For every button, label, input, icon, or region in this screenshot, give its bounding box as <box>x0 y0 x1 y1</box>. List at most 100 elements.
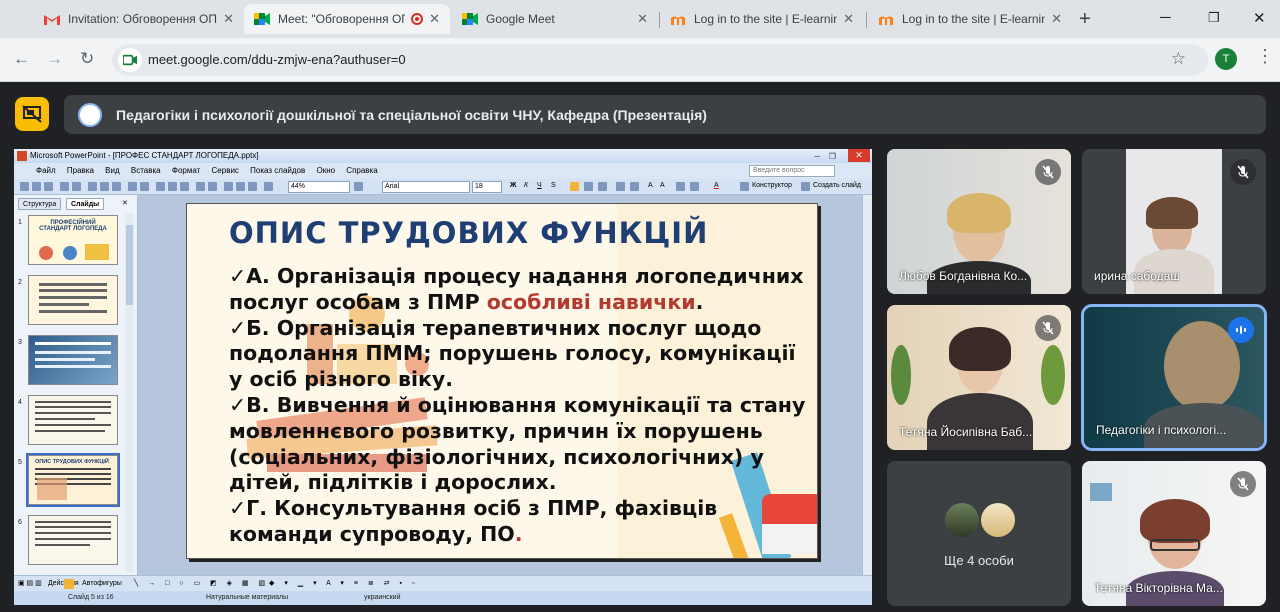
new-tab-button[interactable]: + <box>1079 8 1091 31</box>
preview-icon <box>72 182 81 191</box>
tab-meet-active[interactable]: Meet: "Обговорення ОП ✕ <box>244 4 450 34</box>
thumb-title: ОПИС ТРУДОВИХ ФУНКЦІЙ <box>35 459 109 465</box>
chart-icon <box>156 182 165 191</box>
tab-separator <box>866 12 867 28</box>
participant-name: Тетяна Йосипівна Баб... <box>899 425 1033 439</box>
bold-icon: Ж <box>510 182 517 189</box>
ppt-title-bar: Microsoft PowerPoint - [ПРОФЕС СТАНДАРТ … <box>14 149 872 163</box>
current-slide: ОПИС ТРУДОВИХ ФУНКЦІЙ ✓А. Організація пр… <box>186 203 818 559</box>
participant-name: Тетяна Вікторівна Ма... <box>1094 581 1223 595</box>
minimize-button[interactable]: ─ <box>1160 9 1171 26</box>
moodle-icon <box>879 16 893 25</box>
indent-icon <box>676 182 685 191</box>
close-icon[interactable]: ✕ <box>843 11 854 27</box>
ppt-window-title: Microsoft PowerPoint - [ПРОФЕС СТАНДАРТ … <box>30 151 259 160</box>
close-icon[interactable]: ✕ <box>223 11 234 27</box>
copy-icon <box>100 182 109 191</box>
close-icon[interactable]: ✕ <box>429 11 440 27</box>
help-icon <box>354 182 363 191</box>
forward-arrow-icon[interactable]: → <box>46 49 63 69</box>
align-center-icon <box>584 182 593 191</box>
menu-help: Справка <box>346 166 378 175</box>
participant-tile-speaking[interactable]: Педагогіки і психологі... <box>1081 304 1267 451</box>
tab-google-meet[interactable]: Google Meet ✕ <box>452 4 658 34</box>
zoom-box: 44% <box>288 181 350 193</box>
tab-slides: Слайды <box>66 198 105 210</box>
back-arrow-icon[interactable]: ← <box>13 49 30 69</box>
url-text[interactable]: meet.google.com/ddu-zmjw-ena?authuser=0 <box>148 52 406 67</box>
link-icon <box>208 182 217 191</box>
tab-elearning-1[interactable]: Log in to the site | E-learning ✕ <box>660 4 864 34</box>
slide-item-b: ✓Б. Організація терапевтичних послуг щод… <box>229 315 796 392</box>
participant-avatar <box>981 503 1015 537</box>
menu-insert: Вставка <box>130 166 161 175</box>
thumb-number: 5 <box>18 459 22 466</box>
panel-scrollbar <box>125 213 134 573</box>
slide-item-a-highlight: особливі навички <box>486 289 696 314</box>
bullets-icon <box>630 182 639 191</box>
presentation-banner: Педагогіки і психології дошкільної та сп… <box>64 95 1266 134</box>
grayscale-icon <box>264 182 273 191</box>
slides-panel: Структура Слайды ✕ 1 ПРОФЕСІЙНИЙ СТАНДАР… <box>14 195 138 575</box>
thumb-number: 1 <box>18 219 22 226</box>
meet-site-icon[interactable] <box>118 48 142 72</box>
cut-icon <box>88 182 97 191</box>
mic-off-icon <box>1230 159 1256 185</box>
address-toolbar: ← → ↻ meet.google.com/ddu-zmjw-ena?authu… <box>0 38 1280 82</box>
menu-kebab-icon[interactable]: ⋮ <box>1256 46 1274 67</box>
open-icon <box>32 182 41 191</box>
slide-item-c: ✓В. Вивчення й оцінювання комунікації та… <box>229 392 806 495</box>
increase-font-icon: A <box>648 182 653 189</box>
meet-icon <box>462 13 478 25</box>
ppt-status-bar: Слайд 5 из 16 Натуральные материалы укра… <box>14 591 872 605</box>
restore-button[interactable]: ❐ <box>1208 10 1220 26</box>
browser-tab-strip: Invitation: Обговорення ОП ✕ Meet: "Обго… <box>0 0 1280 38</box>
profile-avatar[interactable]: T <box>1215 48 1237 70</box>
tab-label: Meet: "Обговорення ОП <box>278 12 406 26</box>
drawing-toolbar: ▣ ▤ ▥ Действия Автофигуры ╲ → □ ○ ▭ ◩ ◈ … <box>14 575 872 591</box>
more-participants-tile[interactable]: Ще 4 особи <box>887 461 1071 606</box>
tab-label: Log in to the site | E-learning <box>694 12 838 26</box>
participant-tile[interactable]: Любов Богданівна Ко... <box>887 149 1071 294</box>
participant-name: Любов Богданівна Ко... <box>899 269 1028 283</box>
image-icon <box>248 182 257 191</box>
ask-question-box: Введите вопрос <box>749 165 835 177</box>
redo-icon <box>140 182 149 191</box>
slide-thumbnail-6 <box>28 515 118 565</box>
slide-thumbnail-5-selected: ОПИС ТРУДОВИХ ФУНКЦІЙ <box>26 453 120 507</box>
ppt-minimize-icon: ─ <box>814 152 820 161</box>
slide-title: ОПИС ТРУДОВИХ ФУНКЦІЙ <box>229 216 709 250</box>
underline-icon: Ч <box>537 182 542 189</box>
participant-tile[interactable]: Тетяна Вікторівна Ма... <box>1082 461 1266 606</box>
menu-edit: Правка <box>66 166 94 175</box>
slide-thumbnail-1: ПРОФЕСІЙНИЙ СТАНДАРТ ЛОГОПЕДА <box>28 215 118 265</box>
color-icon <box>196 182 205 191</box>
menu-service: Сервис <box>211 166 239 175</box>
bookmark-star-icon[interactable]: ☆ <box>1171 49 1186 69</box>
design-name: Натуральные материалы <box>206 594 289 601</box>
design-icon <box>740 182 749 191</box>
participant-tile[interactable]: Тетяна Йосипівна Баб... <box>887 305 1071 450</box>
ppt-close-icon: ✕ <box>848 149 870 162</box>
menu-file: Файл <box>36 166 56 175</box>
align-left-icon <box>570 182 579 191</box>
presentation-title: Педагогіки і психології дошкільної та сп… <box>116 107 707 123</box>
reload-icon[interactable]: ↻ <box>80 49 94 69</box>
presentation-icon[interactable] <box>15 97 49 131</box>
tab-elearning-2[interactable]: Log in to the site | E-learning ✕ <box>868 4 1072 34</box>
close-icon[interactable]: ✕ <box>1051 11 1062 27</box>
draw-icon <box>236 182 245 191</box>
italic-icon: К <box>524 182 529 189</box>
window-close-button[interactable]: ✕ <box>1253 9 1266 27</box>
menu-slideshow: Показ слайдов <box>250 166 306 175</box>
constructor-button: Конструктор <box>752 182 792 189</box>
participant-name: Педагогіки і психологі... <box>1096 423 1227 437</box>
thumb-number: 6 <box>18 519 22 526</box>
thumb-title: ПРОФЕСІЙНИЙ СТАНДАРТ ЛОГОПЕДА <box>39 220 107 232</box>
grid-icon <box>180 182 189 191</box>
omnibox[interactable]: meet.google.com/ddu-zmjw-ena?authuser=0 … <box>112 44 1208 76</box>
new-icon <box>20 182 29 191</box>
tab-invitation[interactable]: Invitation: Обговорення ОП ✕ <box>34 4 244 34</box>
close-icon[interactable]: ✕ <box>637 11 648 27</box>
participant-tile[interactable]: ирина сабодаш <box>1082 149 1266 294</box>
